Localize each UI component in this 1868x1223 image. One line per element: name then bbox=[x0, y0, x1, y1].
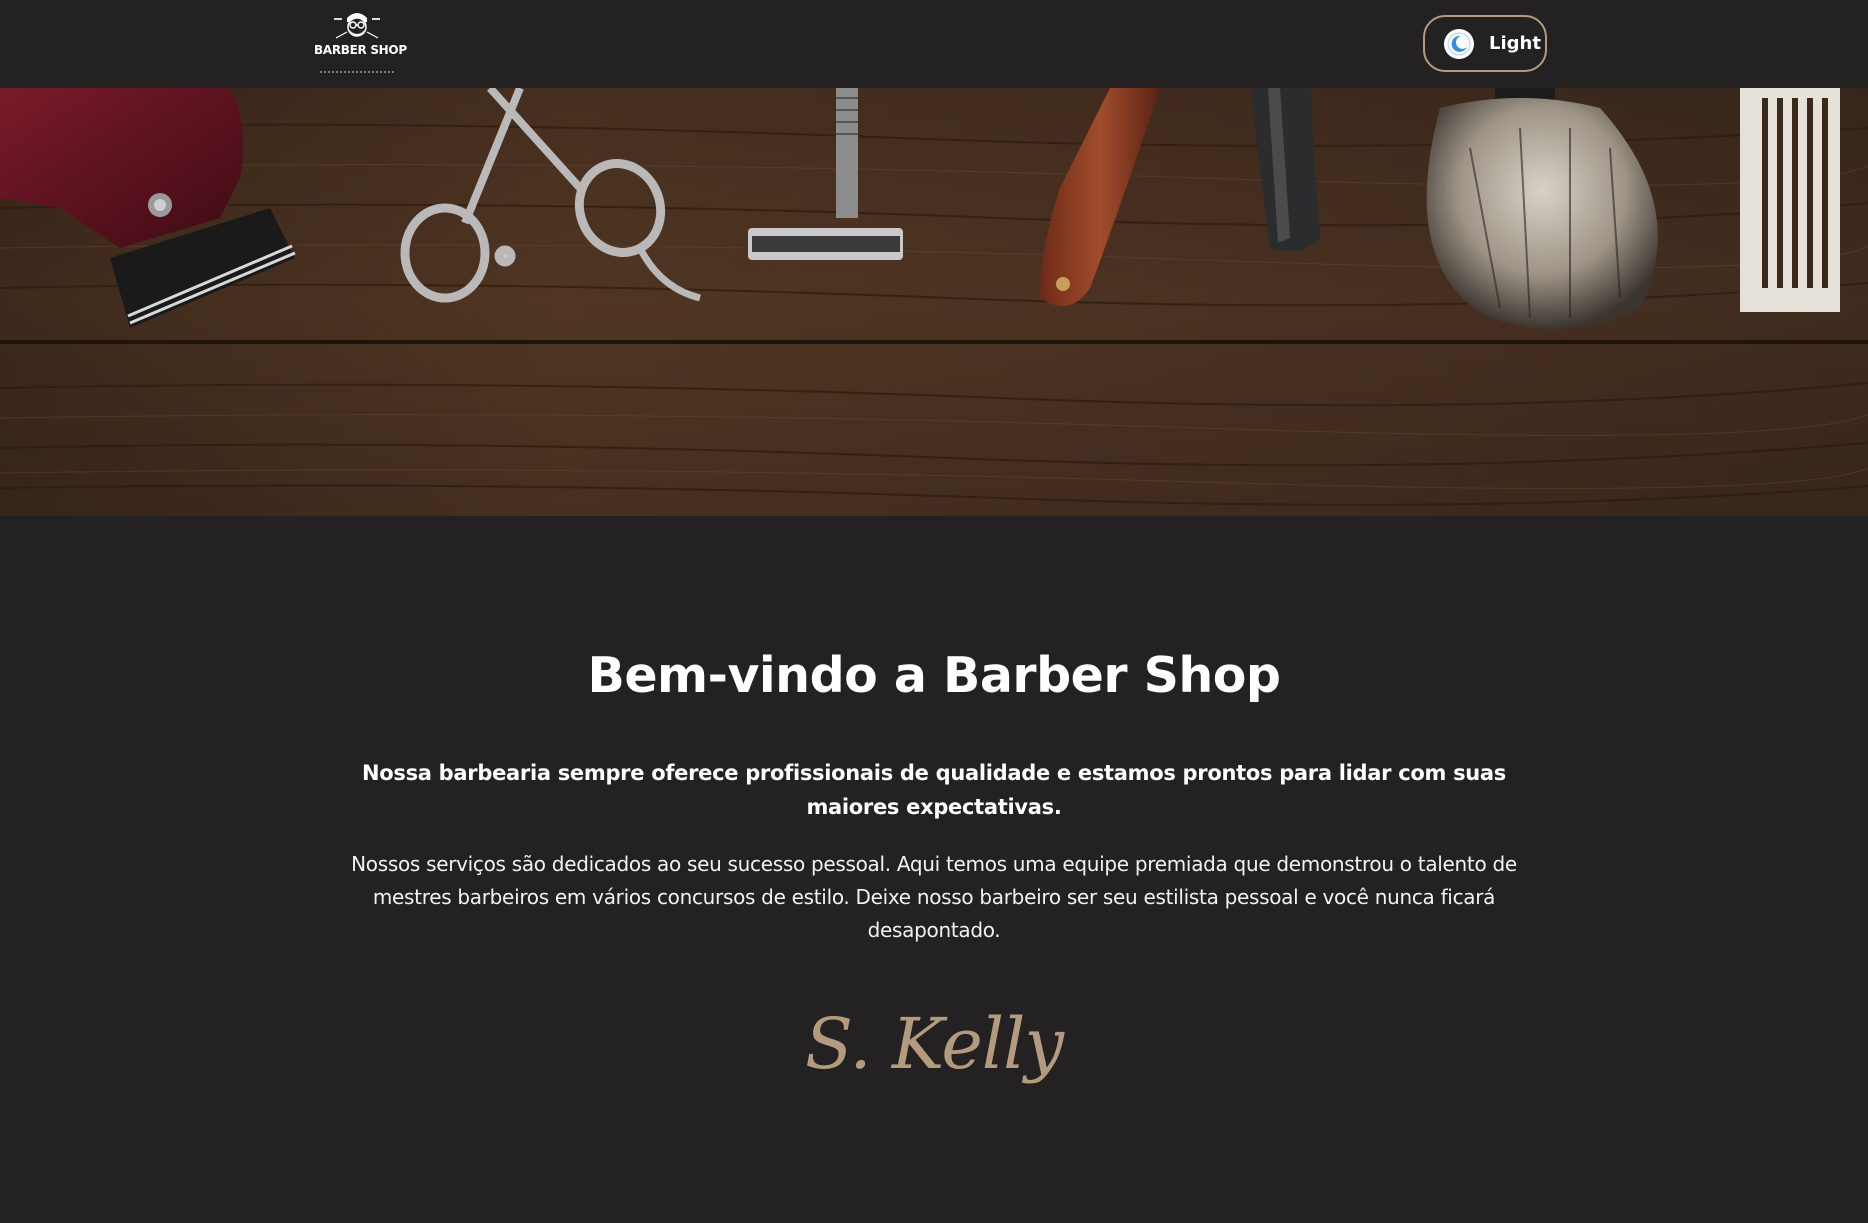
moon-icon bbox=[1444, 29, 1474, 59]
logo-tagline-decoration bbox=[320, 71, 394, 73]
body-paragraph: Nossos serviços são dedicados ao seu suc… bbox=[351, 852, 1517, 942]
barber-face-icon bbox=[334, 13, 380, 39]
site-header: BARBER SHOP Light bbox=[0, 0, 1868, 88]
comb-icon bbox=[1740, 88, 1840, 312]
theme-toggle-button[interactable]: Light bbox=[1423, 15, 1547, 72]
page-title: Bem-vindo a Barber Shop bbox=[587, 647, 1281, 704]
signature: S. Kelly bbox=[804, 1003, 1064, 1085]
theme-toggle-label: Light bbox=[1489, 33, 1541, 54]
logo[interactable]: BARBER SHOP bbox=[314, 8, 407, 76]
logo-text: BARBER SHOP bbox=[314, 43, 407, 57]
hero-image bbox=[0, 88, 1868, 516]
lead-paragraph: Nossa barbearia sempre oferece profissio… bbox=[362, 761, 1506, 819]
hero-banner bbox=[0, 88, 1868, 516]
